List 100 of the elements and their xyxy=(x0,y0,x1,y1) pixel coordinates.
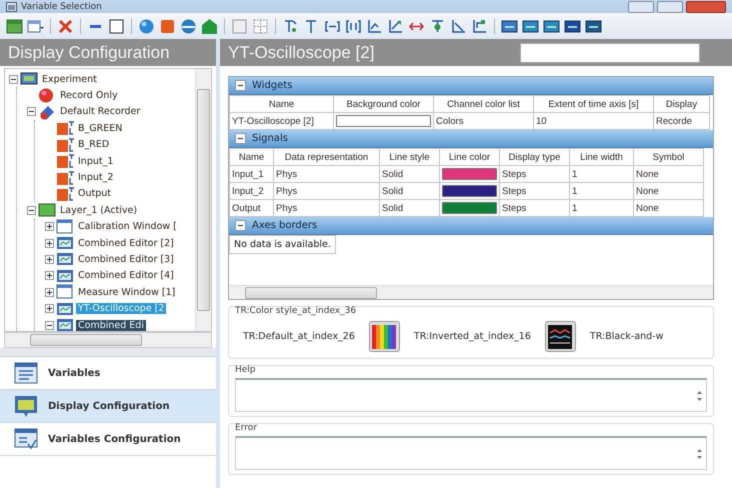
tree-item[interactable]: Layer_1 (Active) xyxy=(58,204,140,216)
panel-icon[interactable] xyxy=(564,18,581,34)
close-button[interactable] xyxy=(686,0,726,12)
style-button[interactable] xyxy=(368,321,400,352)
nav-item[interactable]: Display Configuration xyxy=(0,390,216,423)
panel-title: YT-Oscilloscope [2] xyxy=(228,42,376,62)
app-icon xyxy=(6,2,17,12)
window-title: Variable Selection xyxy=(20,2,103,12)
signal-icon xyxy=(56,120,74,136)
panel-title: Display Configuration xyxy=(8,42,171,62)
chart-window-icon xyxy=(56,251,74,268)
minimize-button[interactable] xyxy=(628,0,654,12)
expand-toggle[interactable] xyxy=(27,107,36,116)
tree-item[interactable]: Experiment xyxy=(40,74,99,85)
column-header: Extent of time axis [s] xyxy=(534,96,654,112)
tree-item[interactable]: Output xyxy=(76,188,113,200)
tree-item[interactable]: Combined Edi xyxy=(76,320,146,331)
signal-icon xyxy=(56,153,74,170)
grid-icon[interactable] xyxy=(252,18,269,34)
window-icon[interactable] xyxy=(27,18,44,34)
search-field[interactable] xyxy=(520,42,700,62)
horizontal-scrollbar[interactable] xyxy=(229,285,713,299)
chart-window-icon xyxy=(56,317,74,331)
tree-item[interactable]: Combined Editor [4] xyxy=(76,270,176,282)
plot-tool-icon[interactable] xyxy=(366,18,383,34)
expand-toggle[interactable] xyxy=(9,74,18,84)
column-header: Background color xyxy=(334,96,434,112)
option-label: TR:Inverted_at_index_16 xyxy=(414,331,531,342)
color-swatch[interactable] xyxy=(442,185,497,197)
expand-toggle[interactable] xyxy=(45,288,54,297)
tree-item[interactable]: Combined Editor [2] xyxy=(76,238,176,249)
vertical-scrollbar[interactable] xyxy=(195,69,211,331)
section-header[interactable]: Signals xyxy=(229,130,713,148)
plot-tool-icon[interactable] xyxy=(387,18,404,34)
pentagon-icon[interactable] xyxy=(201,18,218,34)
tree-item[interactable]: Default Recorder xyxy=(58,106,142,118)
panel-icon[interactable] xyxy=(522,18,539,34)
monitor-icon[interactable] xyxy=(501,18,518,34)
group-title: Error xyxy=(235,423,258,433)
color-swatch[interactable] xyxy=(442,202,497,214)
expand-toggle[interactable] xyxy=(45,320,54,330)
plot-tool-icon[interactable] xyxy=(429,18,446,34)
tree-item[interactable]: Combined Editor [3] xyxy=(76,254,176,265)
table-icon[interactable] xyxy=(6,18,23,34)
table-cell: None xyxy=(634,182,704,200)
expand-toggle[interactable] xyxy=(27,206,36,215)
signal-icon xyxy=(56,186,74,202)
empty-message: No data is available. xyxy=(229,235,336,254)
option-label: TR:Black-and-w xyxy=(590,331,664,342)
sphere-icon[interactable] xyxy=(138,18,155,34)
window-icon xyxy=(56,218,74,235)
tree-item[interactable]: Measure Window [1] xyxy=(76,286,178,298)
table-cell: Phys xyxy=(274,182,380,200)
tree-item[interactable]: Input_2 xyxy=(76,172,116,184)
column-header: Name xyxy=(230,96,334,112)
settings-icon xyxy=(14,428,38,450)
plot-tool-icon[interactable] xyxy=(450,18,467,34)
tree-item[interactable]: Input_1 xyxy=(76,156,116,167)
maximize-button[interactable] xyxy=(657,0,683,12)
tree-item[interactable]: B_RED xyxy=(76,139,112,150)
tree-item[interactable]: Record Only xyxy=(58,90,120,102)
column-header: Name xyxy=(230,148,274,166)
style-button[interactable] xyxy=(544,321,576,352)
expand-toggle[interactable] xyxy=(45,238,54,248)
computer-icon xyxy=(20,71,38,88)
option-label: TR:Default_at_index_26 xyxy=(243,331,355,342)
panel-icon[interactable] xyxy=(585,18,602,34)
tree-item[interactable]: Calibration Window [ xyxy=(76,221,179,232)
plot-tool-icon[interactable] xyxy=(471,18,488,34)
plot-tool-icon[interactable] xyxy=(345,18,362,34)
group-title: Help xyxy=(235,365,257,375)
section-header[interactable]: Widgets xyxy=(229,77,713,95)
layer-icon xyxy=(38,202,56,218)
expand-toggle[interactable] xyxy=(45,304,54,314)
column-header: Line color xyxy=(440,148,500,166)
signal-icon xyxy=(56,170,74,186)
panel-icon[interactable] xyxy=(543,18,560,34)
tree-item[interactable]: B_GREEN xyxy=(76,122,124,134)
delete-icon[interactable] xyxy=(57,18,74,34)
square-icon[interactable] xyxy=(108,18,125,34)
column-header: Line style xyxy=(380,148,440,166)
expand-toggle[interactable] xyxy=(45,222,54,232)
color-swatch[interactable] xyxy=(442,168,497,180)
table-cell: 1 xyxy=(570,166,634,182)
chart-window-icon xyxy=(56,235,74,252)
window-icon xyxy=(56,284,74,300)
expand-toggle[interactable] xyxy=(45,254,54,264)
color-swatch[interactable] xyxy=(336,115,431,127)
horizontal-scrollbar[interactable] xyxy=(4,332,212,348)
plot-tool-icon[interactable] xyxy=(282,18,299,34)
table-cell: Phys xyxy=(274,166,380,182)
group-title: TR:Color style_at_index_36 xyxy=(235,306,358,316)
table-cell: Input_2 xyxy=(230,182,274,200)
page-icon[interactable] xyxy=(231,18,248,34)
table-cell: Solid xyxy=(380,182,440,200)
table-cell: None xyxy=(634,166,704,182)
section-header[interactable]: Axes borders xyxy=(229,217,713,235)
expand-toggle[interactable] xyxy=(45,271,54,280)
table-cell: Solid xyxy=(380,166,440,182)
display-icon xyxy=(14,394,38,418)
